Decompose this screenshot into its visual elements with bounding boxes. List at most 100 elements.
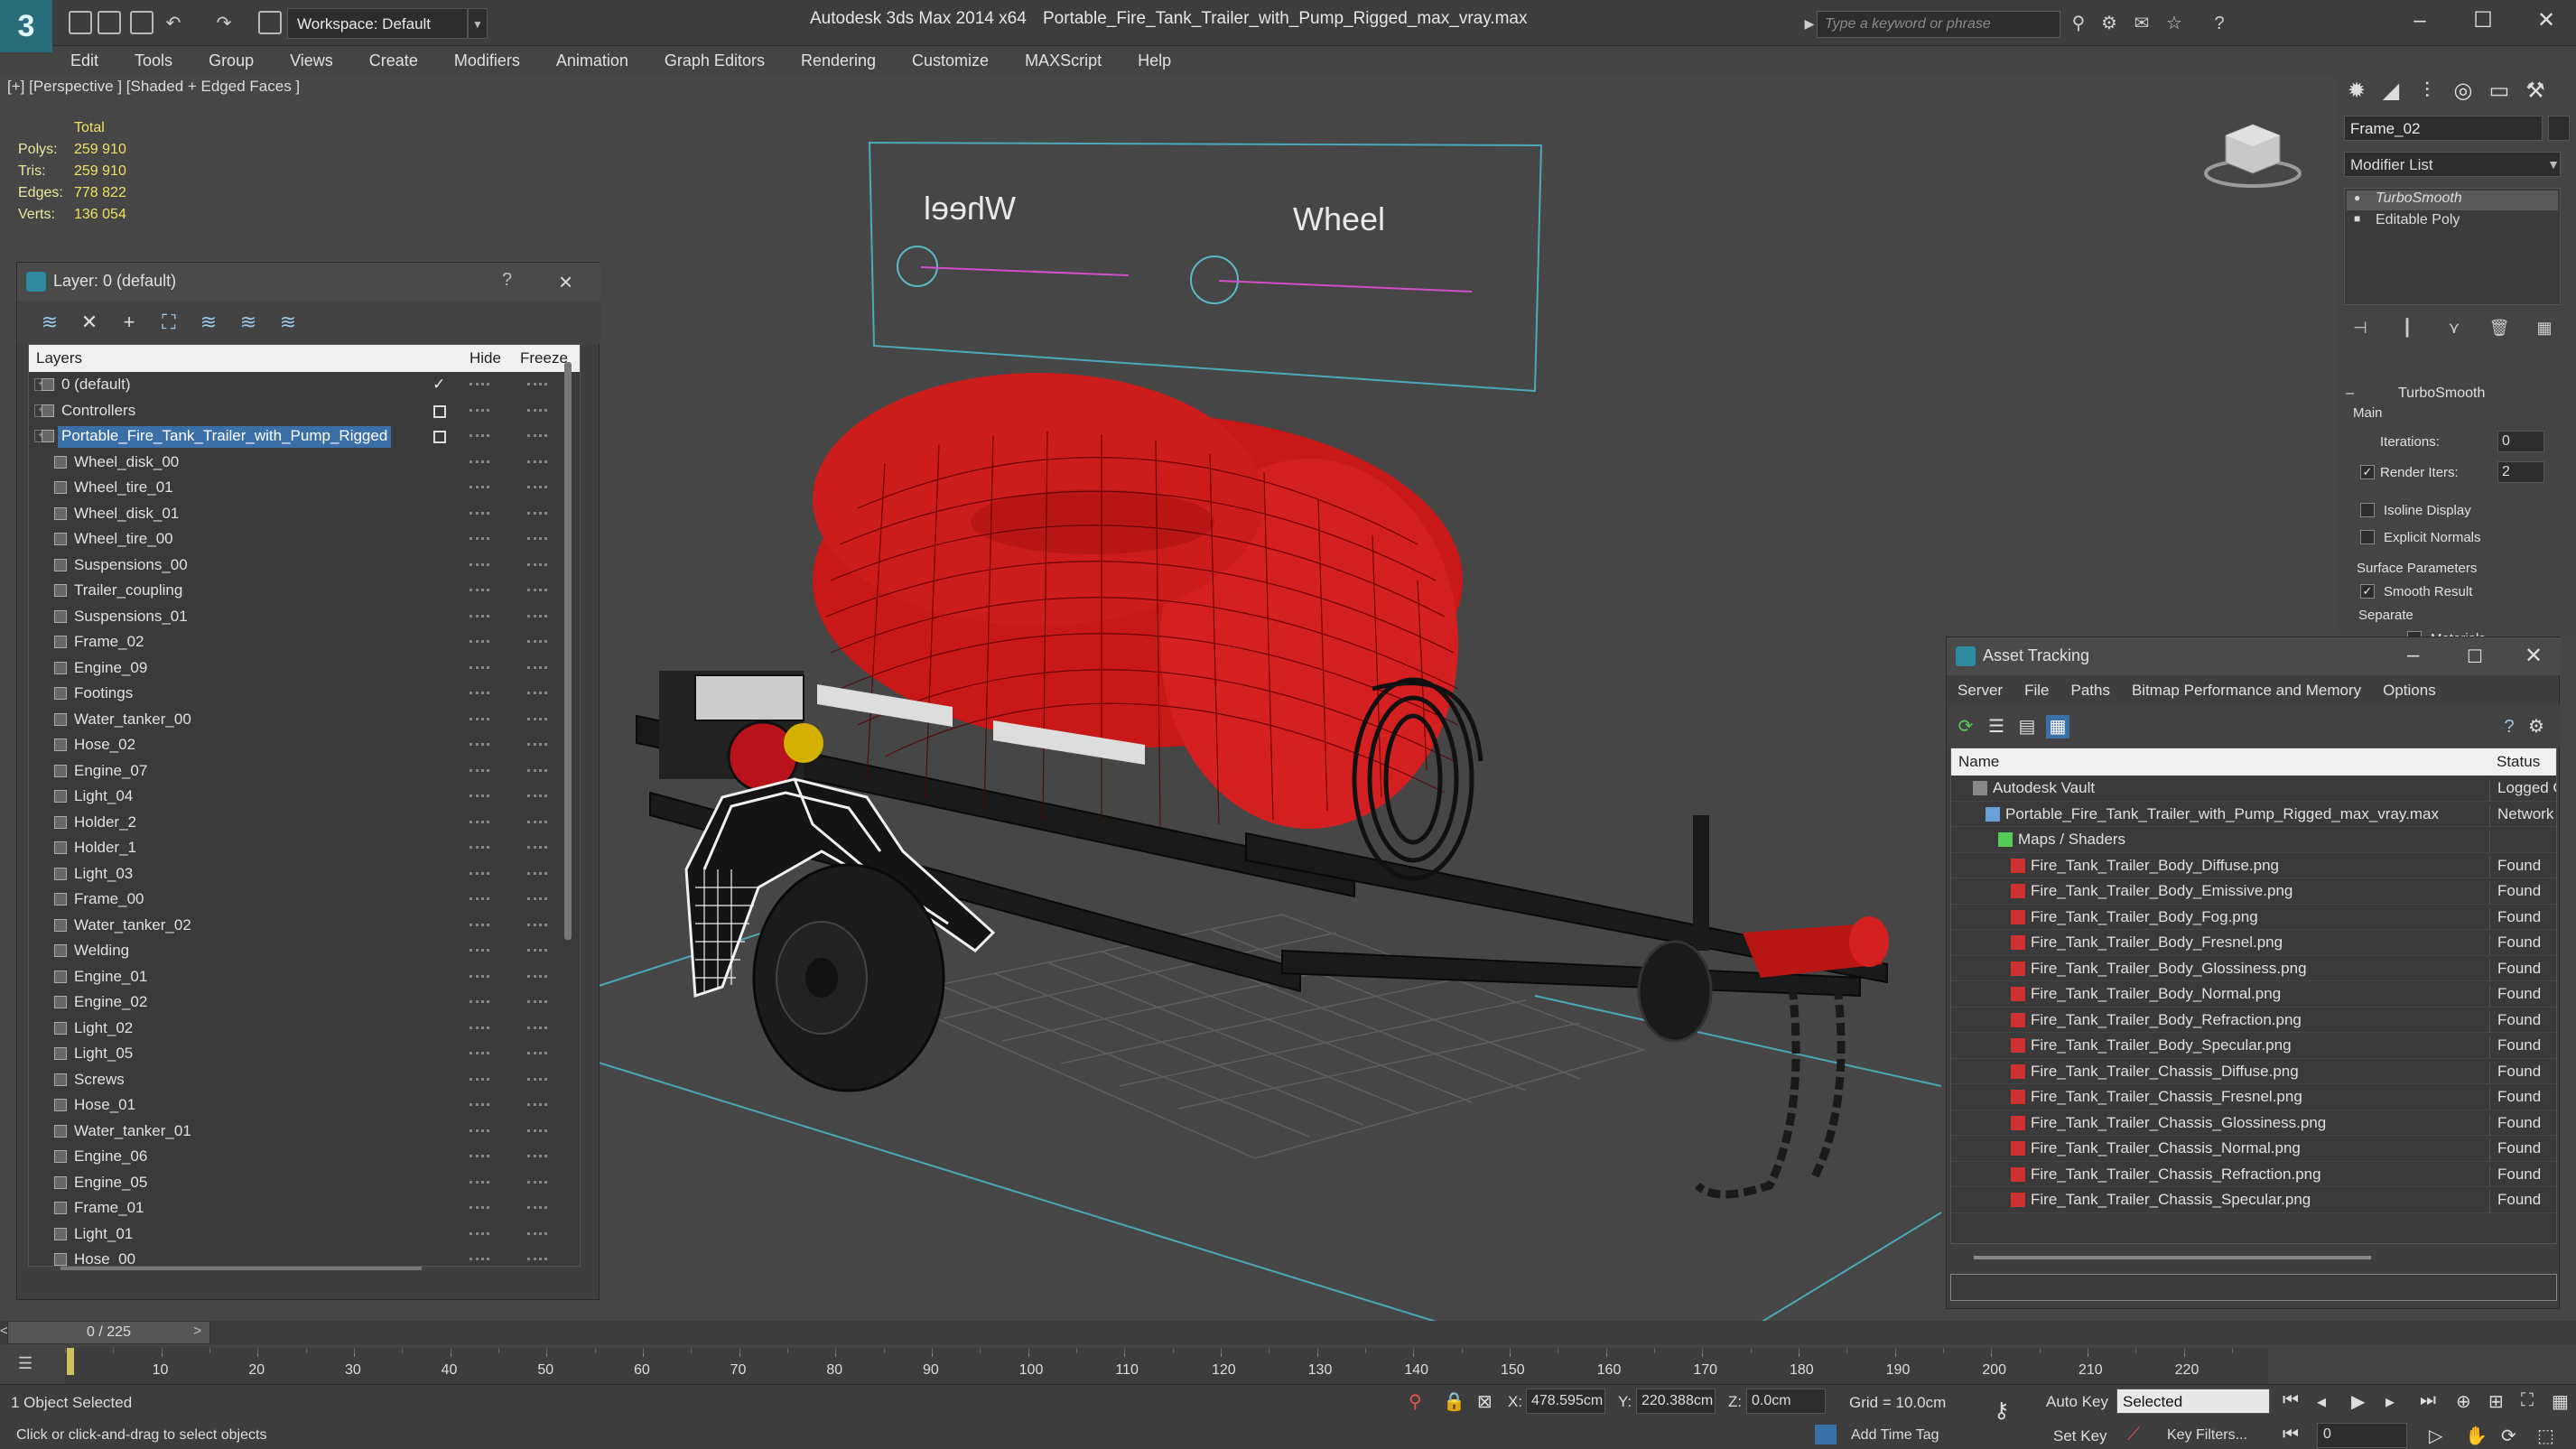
- layer-row[interactable]: Light_05: [29, 1041, 580, 1067]
- layer-row[interactable]: Engine_05: [29, 1170, 580, 1196]
- menu-rendering[interactable]: Rendering: [783, 51, 894, 70]
- current-layer-box-icon[interactable]: [433, 431, 446, 443]
- hide-toggle[interactable]: [470, 794, 489, 797]
- layer-name[interactable]: Wheel_tire_01: [70, 478, 177, 499]
- freeze-toggle[interactable]: [527, 511, 547, 515]
- layer-row[interactable]: Footings: [29, 681, 580, 707]
- asset-name[interactable]: Fire_Tank_Trailer_Chassis_Diffuse.png: [2031, 1063, 2299, 1081]
- hide-toggle[interactable]: [470, 820, 489, 823]
- layer-row[interactable]: Engine_07: [29, 758, 580, 785]
- zoom-extents-icon[interactable]: ⛶: [2521, 1390, 2534, 1411]
- asset-name[interactable]: Fire_Tank_Trailer_Body_Glossiness.png: [2031, 960, 2307, 978]
- object-name-field[interactable]: Frame_02: [2344, 116, 2543, 141]
- hide-toggle[interactable]: [470, 434, 489, 437]
- asset-horizontal-scrollbar[interactable]: [1974, 1256, 2371, 1259]
- chevron-down-icon[interactable]: ▼: [468, 8, 488, 39]
- asset-name[interactable]: Fire_Tank_Trailer_Chassis_Glossiness.png: [2031, 1114, 2326, 1132]
- absolute-mode-icon[interactable]: ⊠: [1477, 1390, 1493, 1413]
- asset-name[interactable]: Portable_Fire_Tank_Trailer_with_Pump_Rig…: [2005, 805, 2439, 823]
- layer-name[interactable]: Portable_Fire_Tank_Trailer_with_Pump_Rig…: [58, 426, 392, 448]
- chevron-right-icon[interactable]: >: [193, 1324, 201, 1340]
- communication-icon[interactable]: ✉: [2131, 13, 2153, 34]
- freeze-toggle[interactable]: [527, 562, 547, 566]
- layer-row[interactable]: Hose_02: [29, 732, 580, 758]
- layer-name[interactable]: Holder_2: [70, 813, 140, 834]
- rollout-title[interactable]: TurboSmooth: [2398, 385, 2485, 402]
- time-slider[interactable]: 0 / 225: [7, 1321, 210, 1344]
- hide-toggle[interactable]: [470, 383, 489, 385]
- pan-icon[interactable]: ✋: [2465, 1425, 2488, 1447]
- create-tab-icon[interactable]: ✹: [2340, 75, 2373, 107]
- asset-menu-bitmap-performance[interactable]: Bitmap Performance and Memory: [2121, 682, 2372, 700]
- pin-stack-icon[interactable]: ⊣: [2349, 319, 2371, 340]
- menu-modifiers[interactable]: Modifiers: [436, 51, 538, 70]
- freeze-toggle[interactable]: [527, 846, 547, 849]
- hide-toggle[interactable]: [470, 1231, 489, 1235]
- layer-row[interactable]: Light_02: [29, 1016, 580, 1042]
- freeze-toggle[interactable]: [527, 743, 547, 746]
- layer-row[interactable]: Frame_01: [29, 1195, 580, 1221]
- freeze-toggle[interactable]: [527, 1026, 547, 1029]
- freeze-toggle[interactable]: [527, 1052, 547, 1054]
- asset-menu-file[interactable]: File: [2013, 682, 2060, 700]
- layer-name[interactable]: Engine_09: [70, 658, 151, 680]
- layer-name[interactable]: Screws: [70, 1070, 128, 1091]
- freeze-toggle[interactable]: [527, 794, 547, 797]
- layer-row[interactable]: Engine_01: [29, 964, 580, 990]
- layer-horizontal-scrollbar[interactable]: [60, 1267, 422, 1270]
- display-tab-icon[interactable]: ▭: [2483, 75, 2516, 107]
- freeze-toggle[interactable]: [527, 949, 547, 952]
- layer-name[interactable]: Water_tanker_02: [70, 915, 195, 937]
- asset-name[interactable]: Fire_Tank_Trailer_Body_Fog.png: [2031, 908, 2258, 926]
- freeze-toggle[interactable]: [527, 692, 547, 694]
- layer-row[interactable]: Wheel_disk_00: [29, 450, 580, 476]
- layer-name[interactable]: Welding: [70, 941, 133, 962]
- layer-row[interactable]: Wheel_tire_00: [29, 526, 580, 553]
- hide-toggle[interactable]: [470, 408, 489, 412]
- modifier-list-select[interactable]: Modifier List: [2344, 152, 2561, 177]
- asset-row[interactable]: Fire_Tank_Trailer_Chassis_Normal.png Foun…: [1951, 1136, 2556, 1162]
- open-file-icon[interactable]: [98, 11, 121, 34]
- layer-name[interactable]: 0 (default): [58, 375, 135, 396]
- goto-start-icon[interactable]: ⏮: [2283, 1390, 2299, 1411]
- asset-menu-server[interactable]: Server: [1947, 682, 2013, 700]
- hide-toggle[interactable]: [470, 1180, 489, 1184]
- layer-row[interactable]: Frame_02: [29, 629, 580, 655]
- viewport-label-menu[interactable]: [+] [Perspective ] [Shaded + Edged Faces…: [7, 78, 300, 96]
- asset-row[interactable]: Fire_Tank_Trailer_Body_Specular.png Found: [1951, 1033, 2556, 1059]
- next-frame-icon[interactable]: ▸: [2385, 1390, 2395, 1413]
- hide-toggle[interactable]: [470, 460, 489, 463]
- hide-toggle[interactable]: [470, 486, 489, 488]
- maximize-icon[interactable]: ☐: [2467, 646, 2483, 668]
- layer-name[interactable]: Engine_01: [70, 967, 151, 989]
- layer-name[interactable]: Wheel_disk_00: [70, 452, 182, 474]
- hide-toggle[interactable]: [470, 974, 489, 978]
- hide-toggle[interactable]: [470, 640, 489, 643]
- freeze-column-header[interactable]: Freeze: [520, 349, 568, 367]
- layer-name[interactable]: Frame_01: [70, 1198, 147, 1220]
- layer-row[interactable]: Wheel_tire_01: [29, 475, 580, 501]
- key-icon[interactable]: ⚷: [1994, 1398, 2010, 1424]
- current-layer-box-icon[interactable]: [433, 404, 446, 418]
- zoom-all-icon[interactable]: ⊞: [2488, 1390, 2504, 1413]
- settings-icon[interactable]: ⚙: [2525, 715, 2548, 738]
- menu-edit[interactable]: Edit: [52, 51, 116, 70]
- layer-window-title[interactable]: Layer: 0 (default): [17, 263, 600, 301]
- asset-name[interactable]: Maps / Shaders: [2018, 831, 2125, 849]
- hide-toggle[interactable]: [470, 1258, 489, 1260]
- asset-row[interactable]: Fire_Tank_Trailer_Body_Refraction.png Fou…: [1951, 1008, 2556, 1033]
- freeze-toggle[interactable]: [527, 640, 547, 643]
- explicit-normals-checkbox[interactable]: [2360, 530, 2375, 544]
- freeze-toggle[interactable]: [527, 1258, 547, 1260]
- freeze-toggle[interactable]: [527, 589, 547, 591]
- freeze-toggle[interactable]: [527, 665, 547, 669]
- layer-row[interactable]: Light_01: [29, 1221, 580, 1248]
- freeze-toggle[interactable]: [527, 383, 547, 385]
- freeze-toggle[interactable]: [527, 460, 547, 463]
- layer-row[interactable]: Trailer_coupling: [29, 578, 580, 604]
- menu-customize[interactable]: Customize: [894, 51, 1007, 70]
- asset-name[interactable]: Fire_Tank_Trailer_Body_Emissive.png: [2031, 882, 2292, 900]
- hide-toggle[interactable]: [470, 871, 489, 875]
- layer-row[interactable]: Water_tanker_01: [29, 1119, 580, 1145]
- freeze-toggle[interactable]: [527, 820, 547, 823]
